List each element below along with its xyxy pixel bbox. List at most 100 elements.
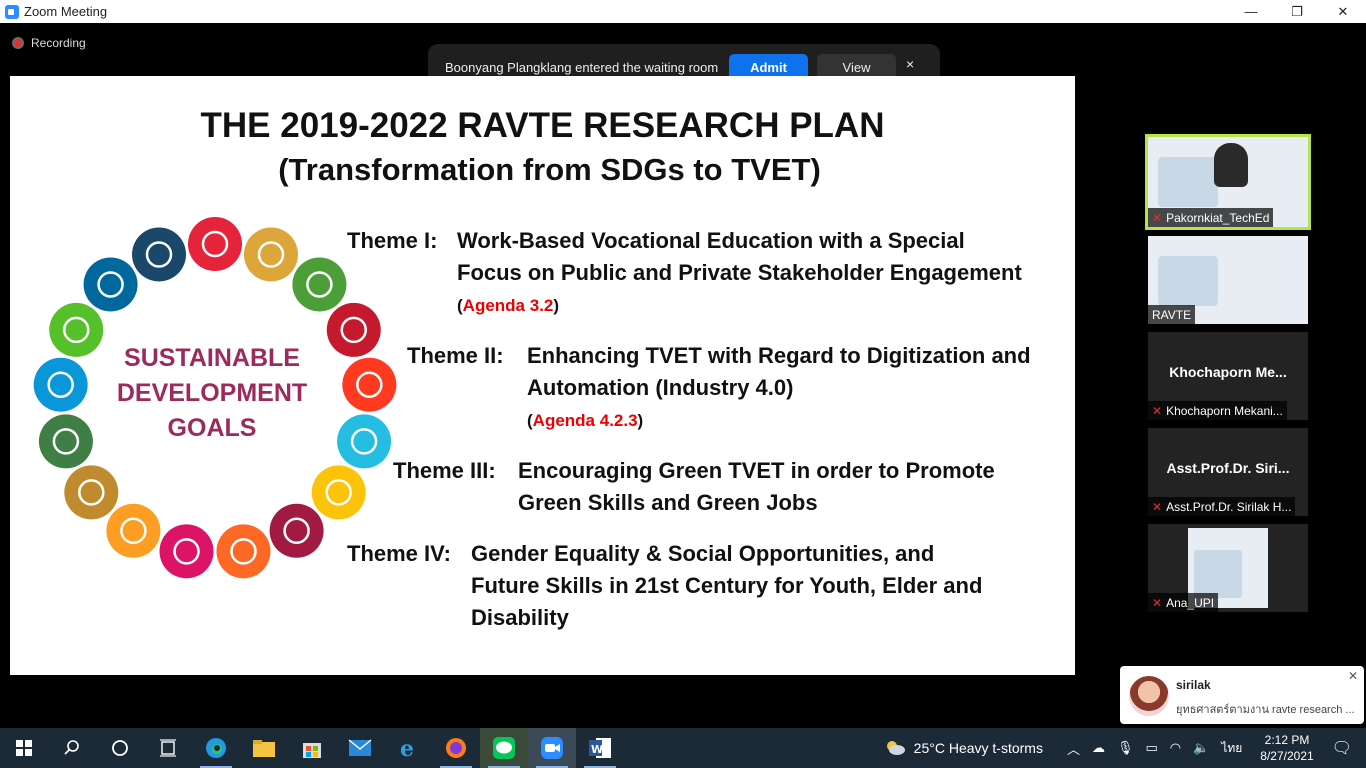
microphone-icon[interactable]: 🎙 bbox=[1117, 740, 1134, 756]
participant-tile-ana[interactable]: ✕ Ana_UPI bbox=[1148, 524, 1308, 612]
taskbar-internet-explorer[interactable]: e bbox=[384, 728, 432, 768]
folder-icon bbox=[253, 740, 275, 757]
notice-close-icon[interactable]: × bbox=[906, 56, 914, 72]
participant-tile-khochaporn[interactable]: Khochaporn Me... ✕ Khochaporn Mekani... bbox=[1148, 332, 1308, 420]
taskbar-line[interactable] bbox=[480, 728, 528, 768]
map-thumbnail-icon bbox=[1158, 157, 1218, 207]
start-button[interactable] bbox=[0, 728, 48, 768]
muted-mic-icon: ✕ bbox=[1152, 499, 1163, 514]
participant-tile-ravte[interactable]: RAVTE bbox=[1148, 236, 1308, 324]
participant-name: Pakornkiat_TechEd bbox=[1166, 210, 1270, 225]
chat-sender: sirilak bbox=[1176, 678, 1211, 692]
participant-display-name: Khochaporn Me... bbox=[1169, 364, 1287, 380]
svg-text:e: e bbox=[400, 736, 414, 760]
chat-message: ยุทธศาสตร์ตามงาน ravte research ... bbox=[1176, 704, 1355, 716]
theme-1-line-1: Work-Based Vocational Education with a S… bbox=[457, 228, 965, 253]
firefox-icon bbox=[446, 738, 466, 758]
recording-dot-icon bbox=[12, 37, 24, 49]
task-view-icon bbox=[160, 739, 176, 757]
map-thumbnail-icon bbox=[1194, 550, 1242, 598]
cortana-circle-icon bbox=[112, 740, 128, 756]
notification-center-icon[interactable]: 🗨 bbox=[1332, 738, 1352, 758]
internet-explorer-icon: e bbox=[400, 736, 414, 760]
sdg-center-line-1: SUSTAINABLE bbox=[124, 344, 300, 372]
onedrive-cloud-icon[interactable]: ☁ bbox=[1092, 740, 1105, 756]
theme-1-line-2: Focus on Public and Private Stakeholder … bbox=[457, 260, 1022, 285]
sdg-goal-icon bbox=[83, 257, 138, 312]
theme-2-text: Enhancing TVET with Regard to Digitizati… bbox=[527, 340, 1031, 404]
theme-3-text: Encouraging Green TVET in order to Promo… bbox=[518, 455, 995, 519]
sdg-goal-icon bbox=[342, 357, 397, 412]
recording-label: Recording bbox=[31, 36, 86, 50]
storm-cloud-icon bbox=[886, 741, 905, 755]
windows-logo-icon bbox=[16, 740, 32, 756]
theme-2-agenda-ref: Agenda 4.2.3 bbox=[532, 411, 638, 430]
taskbar-zoom[interactable] bbox=[528, 728, 576, 768]
minimize-button[interactable]: — bbox=[1228, 0, 1274, 23]
sdg-center-line-3: GOALS bbox=[167, 414, 257, 442]
notice-text: Boonyang Plangklang entered the waiting … bbox=[445, 59, 719, 75]
shared-screen-slide: THE 2019-2022 RAVTE RESEARCH PLAN (Trans… bbox=[10, 76, 1075, 675]
volume-icon[interactable]: 🔈 bbox=[1193, 740, 1209, 756]
map-thumbnail-icon bbox=[1158, 256, 1218, 306]
sdg-goal-icon bbox=[243, 227, 298, 282]
system-tray: 25°C Heavy t-storms ︿ ☁ 🎙 ▭ ◠ 🔈 ไทย 2:12… bbox=[884, 728, 1366, 768]
zoom-logo-icon bbox=[5, 4, 19, 19]
recording-indicator[interactable]: Recording bbox=[12, 36, 86, 50]
theme-4-line-3: Disability bbox=[471, 605, 569, 630]
participant-name: Ana_UPI bbox=[1166, 595, 1215, 610]
person-silhouette-icon bbox=[1214, 143, 1248, 187]
search-button[interactable] bbox=[48, 728, 96, 768]
theme-3-label: Theme III: bbox=[393, 458, 496, 483]
taskbar-firefox[interactable] bbox=[432, 728, 480, 768]
cortana-button[interactable] bbox=[96, 728, 144, 768]
theme-1-label: Theme I: bbox=[347, 228, 438, 253]
sdg-goal-icon bbox=[38, 414, 93, 469]
store-bag-icon bbox=[303, 743, 321, 758]
battery-icon[interactable]: ▭ bbox=[1145, 740, 1157, 756]
input-language[interactable]: ไทย bbox=[1221, 739, 1242, 758]
theme-3-line-1: Encouraging Green TVET in order to Promo… bbox=[518, 458, 995, 483]
taskbar-edge[interactable] bbox=[192, 728, 240, 768]
weather-text: 25°C Heavy t-storms bbox=[913, 740, 1043, 756]
sdg-goal-icon bbox=[311, 465, 366, 520]
close-window-button[interactable]: ✕ bbox=[1320, 0, 1366, 23]
taskbar-store[interactable] bbox=[288, 728, 336, 768]
participant-name: Khochaporn Mekani... bbox=[1166, 403, 1283, 418]
taskbar-word[interactable]: W bbox=[576, 728, 624, 768]
task-view-button[interactable] bbox=[144, 728, 192, 768]
theme-2-line-1: Enhancing TVET with Regard to Digitizati… bbox=[527, 343, 1031, 368]
slide-subtitle: (Transformation from SDGs to TVET) bbox=[278, 152, 821, 187]
chevron-up-icon[interactable]: ︿ bbox=[1067, 739, 1080, 758]
mail-envelope-icon bbox=[348, 739, 372, 756]
muted-mic-icon: ✕ bbox=[1152, 595, 1163, 610]
chat-notification[interactable]: sirilak ยุทธศาสตร์ตามงาน ravte research … bbox=[1120, 666, 1364, 724]
weather-widget[interactable]: 25°C Heavy t-storms bbox=[884, 739, 1043, 757]
participant-name: Asst.Prof.Dr. Sirilak H... bbox=[1166, 499, 1292, 514]
taskbar-mail[interactable] bbox=[336, 728, 384, 768]
wifi-icon[interactable]: ◠ bbox=[1170, 740, 1181, 756]
theme-1-agenda: (Agenda 3.2) bbox=[457, 296, 560, 315]
sdg-goal-icon bbox=[159, 524, 214, 579]
meeting-area: Recording Boonyang Plangklang entered th… bbox=[0, 23, 1366, 728]
sdg-goal-icon bbox=[188, 217, 242, 271]
sdg-goal-icon bbox=[64, 465, 119, 520]
sdg-goal-icon bbox=[216, 524, 271, 579]
sdg-goal-icon bbox=[292, 257, 347, 312]
participant-name-label: RAVTE bbox=[1148, 305, 1196, 324]
maximize-button[interactable]: ❐ bbox=[1274, 0, 1320, 23]
theme-4-label: Theme IV: bbox=[347, 541, 451, 566]
chat-close-icon[interactable]: ✕ bbox=[1348, 669, 1358, 683]
participant-tile-active-speaker[interactable]: ✕ Pakornkiat_TechEd bbox=[1145, 134, 1311, 230]
participant-name-label: ✕ Ana_UPI bbox=[1148, 593, 1219, 612]
taskbar-clock[interactable]: 2:12 PM 8/27/2021 bbox=[1260, 732, 1313, 764]
participant-tile-sirilak[interactable]: Asst.Prof.Dr. Siri... ✕ Asst.Prof.Dr. Sir… bbox=[1148, 428, 1308, 516]
taskbar-file-explorer[interactable] bbox=[240, 728, 288, 768]
participant-name-label: ✕ Khochaporn Mekani... bbox=[1148, 401, 1287, 420]
theme-2-agenda: (Agenda 4.2.3) bbox=[527, 411, 644, 430]
sdg-goal-icon bbox=[326, 302, 381, 357]
windows-taskbar: e W 25°C Heavy t-storms ︿ ☁ 🎙 ▭ ◠ 🔈 ไทย … bbox=[0, 728, 1366, 768]
sdg-goal-icon bbox=[132, 227, 187, 282]
zoom-app-icon bbox=[541, 737, 563, 759]
word-app-icon: W bbox=[589, 738, 611, 758]
